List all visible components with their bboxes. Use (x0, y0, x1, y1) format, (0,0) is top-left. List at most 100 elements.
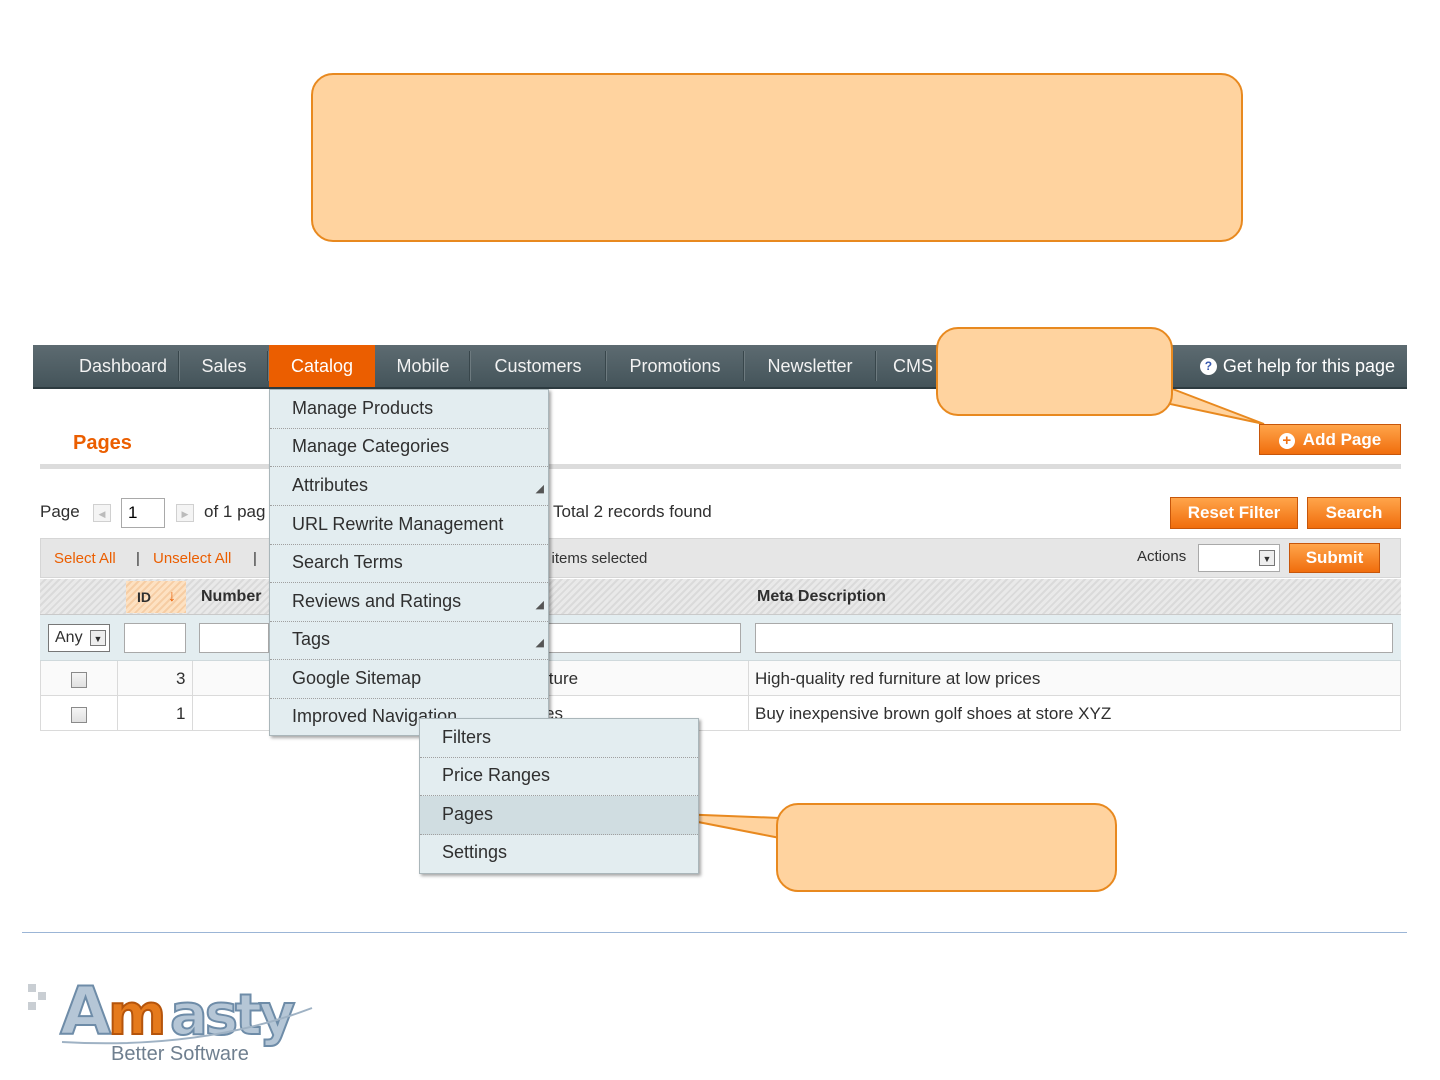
mass-separator: | (136, 550, 140, 567)
menu-item-manage-products[interactable]: Manage Products (270, 390, 548, 429)
actions-select[interactable]: ▼ (1198, 544, 1280, 572)
items-selected-count: 0 items selected (539, 550, 648, 567)
menu-item-attributes[interactable]: Attributes ◢ (270, 467, 548, 506)
select-all-link[interactable]: Select All (54, 550, 116, 567)
nav-separator (875, 351, 877, 381)
callout-pages-item (776, 803, 1117, 892)
nav-catalog[interactable]: Catalog (269, 345, 375, 387)
add-page-label: Add Page (1302, 430, 1382, 449)
help-link[interactable]: ? Get help for this page (1199, 345, 1395, 387)
search-button[interactable]: Search (1307, 497, 1401, 529)
nav-customers[interactable]: Customers (471, 345, 605, 387)
id-filter-input[interactable] (124, 623, 186, 653)
plus-circle-icon: + (1278, 433, 1295, 449)
column-header-id[interactable]: ID (137, 579, 151, 615)
menu-item-label: Reviews and Ratings (292, 591, 462, 611)
grid-filter-row: Any ▼ (40, 615, 1401, 661)
prev-page-arrow-icon[interactable]: ◀ (93, 504, 111, 522)
nav-separator (178, 351, 180, 381)
row-checkbox[interactable] (71, 707, 87, 723)
menu-item-google-sitemap[interactable]: Google Sitemap (270, 660, 548, 699)
menu-item-reviews-ratings[interactable]: Reviews and Ratings ◢ (270, 583, 548, 622)
menu-item-manage-categories[interactable]: Manage Categories (270, 428, 548, 467)
chevron-down-icon: ▼ (90, 630, 106, 646)
amasty-tagline: Better Software (111, 1043, 249, 1065)
any-select-value: Any (55, 629, 83, 646)
main-nav-bar: Dashboard Sales Catalog Mobile Customers… (33, 345, 1407, 389)
row-meta-description: Buy inexpensive brown golf shoes at stor… (755, 704, 1112, 723)
submit-button[interactable]: Submit (1289, 543, 1380, 573)
svg-text:m: m (108, 983, 163, 1048)
callout-add-page (936, 327, 1173, 416)
page-title: Pages (73, 432, 132, 454)
actions-label: Actions (1137, 548, 1187, 565)
column-divider (1400, 661, 1401, 731)
catalog-dropdown-menu: Manage Products Manage Categories Attrib… (269, 389, 549, 736)
table-row[interactable]: 3 iture High-quality red furniture at lo… (40, 661, 1401, 696)
column-header-number[interactable]: Number (201, 579, 261, 615)
pager-of-pages: of 1 pag (204, 502, 266, 521)
id-column-header-bg (126, 581, 186, 613)
number-filter-input[interactable] (199, 623, 269, 653)
menu-item-label: Search Terms (292, 552, 403, 572)
unselect-all-link[interactable]: Unselect All (153, 550, 231, 567)
pager-page-label: Page (40, 502, 80, 521)
menu-item-label: Pages (442, 804, 494, 824)
row-id: 3 (176, 669, 186, 688)
row-meta-description: High-quality red furniture at low prices (755, 669, 1041, 688)
help-icon: ? (1199, 358, 1217, 375)
submenu-indicator-icon: ◢ (535, 483, 544, 495)
mass-separator: | (253, 550, 257, 567)
submenu-item-price-ranges[interactable]: Price Ranges (420, 757, 698, 796)
menu-item-label: URL Rewrite Management (292, 514, 504, 534)
nav-promotions[interactable]: Promotions (607, 345, 743, 387)
menu-item-label: Manage Products (292, 398, 434, 418)
submenu-item-pages[interactable]: Pages (420, 796, 698, 835)
menu-item-label: Google Sitemap (292, 668, 422, 688)
title-filter-input[interactable] (545, 623, 741, 653)
help-link-label: Get help for this page (1222, 356, 1395, 376)
title-divider (40, 464, 1401, 469)
row-id: 1 (176, 704, 186, 723)
row-checkbox[interactable] (71, 672, 87, 688)
next-page-arrow-icon[interactable]: ▶ (176, 504, 194, 522)
menu-item-search-terms[interactable]: Search Terms (270, 544, 548, 583)
submenu-item-filters[interactable]: Filters (420, 719, 698, 758)
massaction-bar: Select All | Unselect All | 0 items sele… (40, 538, 1401, 578)
submenu-item-settings[interactable]: Settings (420, 834, 698, 873)
records-found: Total 2 records found (553, 502, 712, 521)
page-number-input[interactable] (121, 498, 165, 528)
any-select[interactable]: Any ▼ (48, 624, 110, 652)
column-divider (192, 661, 193, 731)
chevron-down-icon: ▼ (1259, 550, 1275, 566)
column-divider (748, 661, 749, 731)
reset-filter-button[interactable]: Reset Filter (1170, 497, 1298, 529)
nav-dashboard[interactable]: Dashboard (53, 345, 193, 387)
nav-cms[interactable]: CMS (885, 345, 941, 387)
add-page-button[interactable]: + Add Page (1259, 424, 1401, 455)
menu-item-label: Filters (442, 727, 491, 747)
table-row[interactable]: 1 es Buy inexpensive brown golf shoes at… (40, 696, 1401, 731)
menu-item-label: Price Ranges (442, 765, 551, 785)
column-header-meta-description[interactable]: Meta Description (757, 579, 886, 615)
footer-divider (22, 932, 1407, 933)
menu-item-url-rewrite[interactable]: URL Rewrite Management (270, 506, 548, 545)
nav-mobile[interactable]: Mobile (377, 345, 469, 387)
submenu-indicator-icon: ◢ (535, 637, 544, 649)
submenu-indicator-icon: ◢ (535, 599, 544, 611)
menu-item-tags[interactable]: Tags ◢ (270, 621, 548, 660)
nav-newsletter[interactable]: Newsletter (745, 345, 875, 387)
nav-sales[interactable]: Sales (181, 345, 267, 387)
svg-text:A: A (60, 973, 111, 1050)
meta-description-filter-input[interactable] (755, 623, 1393, 653)
menu-item-label: Attributes (292, 475, 369, 495)
menu-item-label: Tags (292, 629, 331, 649)
sort-arrow-down-icon: ↓ (168, 588, 176, 605)
column-divider (40, 661, 41, 731)
grid-header-row: ID ↓ Number Meta Description (40, 579, 1401, 615)
row-title: iture (545, 669, 579, 688)
column-divider (117, 661, 118, 731)
menu-item-label: Settings (442, 842, 508, 862)
menu-item-label: Manage Categories (292, 436, 450, 456)
improved-navigation-submenu: Filters Price Ranges Pages Settings (419, 718, 699, 874)
